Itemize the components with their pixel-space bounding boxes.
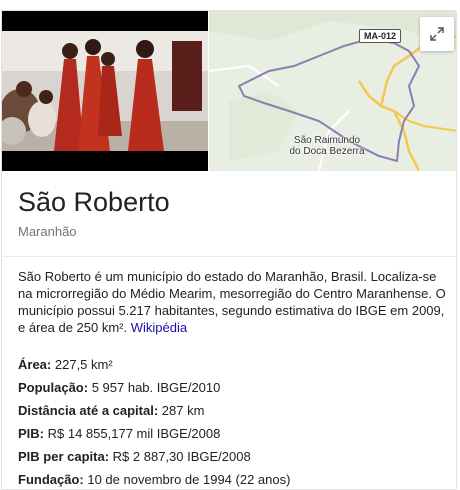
entity-title: São Roberto (18, 187, 170, 217)
fact-value: 227,5 km² (54, 357, 113, 372)
fact-label[interactable]: População: (18, 380, 88, 395)
fact-label[interactable]: Área: (18, 357, 51, 372)
fact-value: 5 957 hab. IBGE/2010 (91, 380, 221, 395)
road-badge: MA-012 (359, 29, 402, 43)
fact-population: População: 5 957 hab. IBGE/2010 (18, 379, 448, 402)
divider (2, 256, 456, 257)
fact-value: 287 km (161, 403, 205, 418)
fact-value: R$ 2 887,30 IBGE/2008 (112, 449, 251, 464)
fact-value: R$ 14 855,177 mil IBGE/2008 (47, 426, 221, 441)
fact-label[interactable]: Fundação: (18, 472, 84, 487)
photo-illustration (2, 11, 208, 171)
entity-description: São Roberto é um município do estado do … (18, 268, 448, 336)
knowledge-panel: MA-012 São Raimundo do Doca Bezerra São … (1, 10, 457, 490)
wikipedia-link[interactable]: Wikipédia (131, 320, 187, 335)
expand-map-button[interactable] (420, 17, 454, 51)
description-text: São Roberto é um município do estado do … (18, 269, 446, 335)
location-map[interactable]: MA-012 São Raimundo do Doca Bezerra (209, 11, 456, 171)
fact-gdp-per-capita: PIB per capita: R$ 2 887,30 IBGE/2008 (18, 448, 448, 471)
facts-list: Área: 227,5 km² População: 5 957 hab. IB… (18, 356, 448, 489)
entity-subtitle: Maranhão (18, 224, 77, 239)
fact-foundation: Fundação: 10 de novembro de 1994 (22 ano… (18, 471, 448, 489)
media-header: MA-012 São Raimundo do Doca Bezerra (2, 11, 456, 171)
fact-distance: Distância até a capital: 287 km (18, 402, 448, 425)
map-place-label: São Raimundo do Doca Bezerra (289, 135, 365, 157)
fact-label[interactable]: Distância até a capital: (18, 403, 158, 418)
expand-icon (430, 27, 444, 41)
fact-gdp: PIB: R$ 14 855,177 mil IBGE/2008 (18, 425, 448, 448)
city-photo[interactable] (2, 11, 208, 171)
fact-label[interactable]: PIB: (18, 426, 44, 441)
fact-value: 10 de novembro de 1994 (22 anos) (87, 472, 291, 487)
fact-area: Área: 227,5 km² (18, 356, 448, 379)
fact-label[interactable]: PIB per capita: (18, 449, 109, 464)
